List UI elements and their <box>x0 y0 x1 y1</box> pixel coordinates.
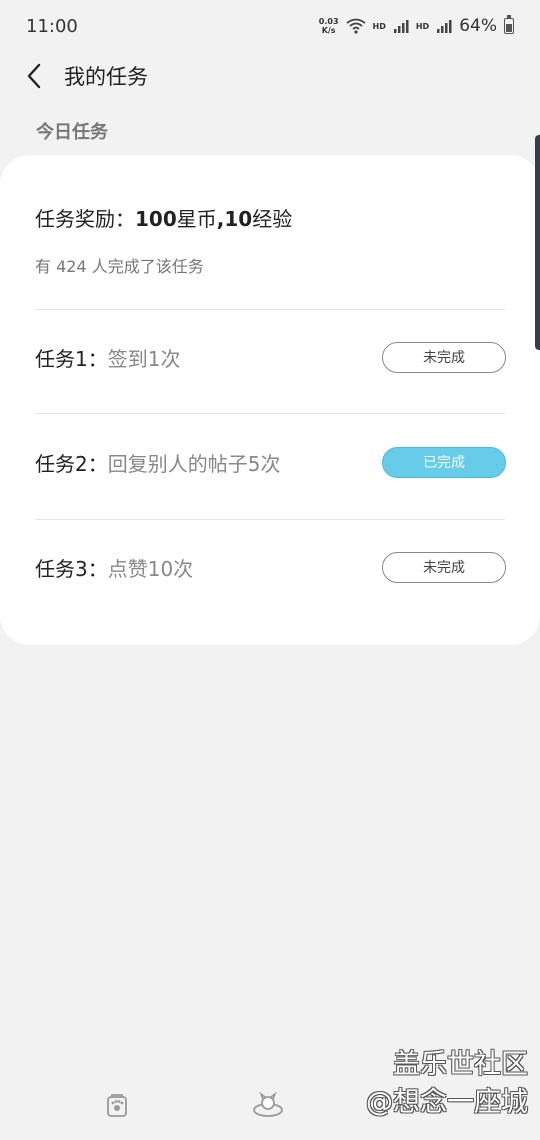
reward-exp: 10 <box>224 207 253 231</box>
task-row-1: 任务1：签到1次 未完成 <box>35 337 506 377</box>
task-description: 签到1次 <box>107 346 181 371</box>
signal-icon-1 <box>393 20 409 33</box>
status-bar: 11:00 0.03 K/s HD HD 64% <box>0 0 540 52</box>
completed-count: 有 424 人完成了该任务 <box>35 257 204 276</box>
reward-coins-unit: 星币 <box>176 207 217 231</box>
divider <box>35 519 505 520</box>
hd-label-2: HD <box>415 21 430 31</box>
watermark-line1: 盖乐世社区 <box>393 1049 528 1080</box>
task-row-3: 任务3：点赞10次 未完成 <box>35 547 506 587</box>
task-text: 任务2：回复别人的帖子5次 <box>35 448 280 477</box>
task-description: 点赞10次 <box>107 556 194 581</box>
back-button[interactable] <box>20 58 48 94</box>
reward-coins: 100 <box>135 207 177 231</box>
task-description: 回复别人的帖子5次 <box>107 451 281 476</box>
pet-icon[interactable] <box>252 1092 284 1118</box>
net-speed-value: 0.03 <box>318 17 339 26</box>
section-title: 今日任务 <box>36 122 108 143</box>
net-speed-unit: K/s <box>321 26 336 35</box>
reward-prefix: 任务奖励： <box>35 207 135 231</box>
task-text: 任务1：签到1次 <box>35 343 180 372</box>
reward-exp-unit: 经验 <box>252 207 293 231</box>
net-speed: 0.03 K/s <box>319 17 339 35</box>
watermark-line2: @想念一座城 <box>366 1087 528 1118</box>
hd-label-1: HD <box>372 21 386 31</box>
task-status-button[interactable]: 未完成 <box>382 551 506 583</box>
task-number: 任务1： <box>35 346 108 371</box>
paw-bag-icon[interactable] <box>105 1092 129 1118</box>
status-icons: 0.03 K/s HD HD 64% <box>319 15 514 36</box>
divider <box>35 413 505 414</box>
watermark: 盖乐世社区 @想念一座城 <box>366 1046 528 1122</box>
task-text: 任务3：点赞10次 <box>35 553 193 582</box>
wifi-icon <box>345 18 366 34</box>
header: 我的任务 <box>0 52 540 100</box>
task-number: 任务2： <box>35 451 108 476</box>
status-time: 11:00 <box>26 15 78 37</box>
task-status-button[interactable]: 已完成 <box>382 446 506 478</box>
signal-icon-2 <box>437 20 452 33</box>
task-row-2: 任务2：回复别人的帖子5次 已完成 <box>35 442 506 482</box>
task-number: 任务3： <box>35 556 108 581</box>
task-card: 任务奖励：100星币,10经验 有 424 人完成了该任务 任务1：签到1次 未… <box>0 155 540 645</box>
back-arrow-icon <box>27 63 41 89</box>
scroll-indicator[interactable] <box>535 135 540 350</box>
battery-percent: 64% <box>459 16 497 36</box>
page-title: 我的任务 <box>64 65 148 89</box>
task-status-button[interactable]: 未完成 <box>382 341 506 373</box>
reward-text: 任务奖励：100星币,10经验 <box>35 203 292 232</box>
battery-icon <box>504 15 514 34</box>
divider <box>35 309 505 310</box>
